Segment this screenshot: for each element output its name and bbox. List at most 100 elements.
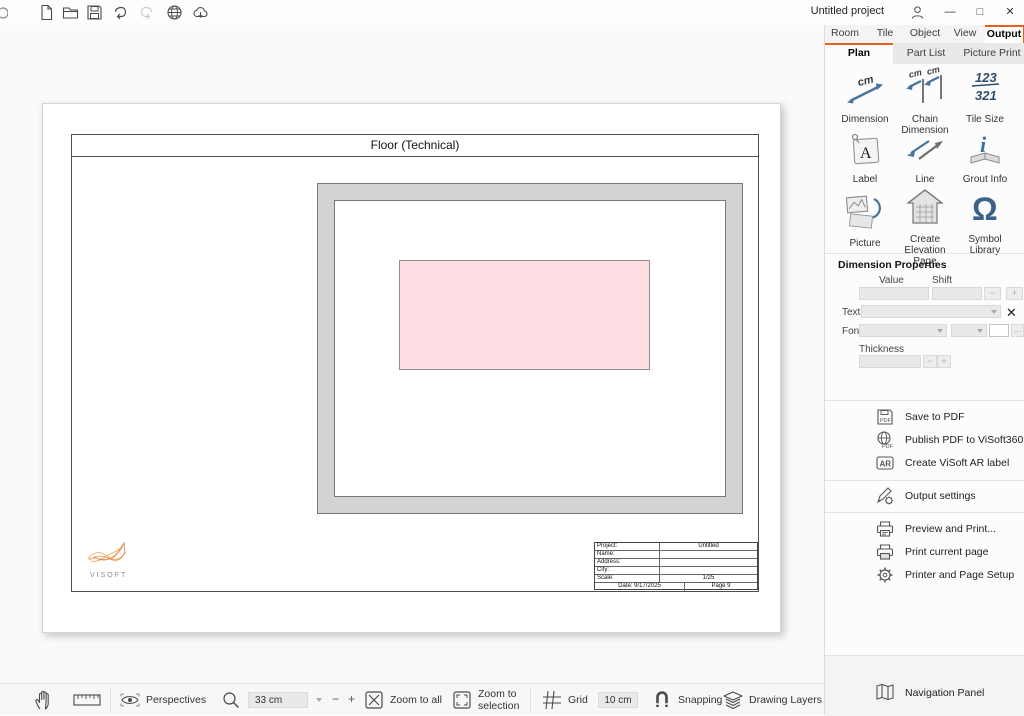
tool-create-elevation-page[interactable]: Create Elevation Page [894, 187, 956, 268]
tile-size-icon: 123 321 [967, 67, 1003, 107]
zoom-in-button[interactable]: + [348, 692, 355, 706]
svg-text:A: A [860, 145, 872, 162]
bottom-toolbar: Perspectives 33 cm − + Zoom to all Zoom … [0, 683, 824, 715]
zoom-to-all-icon[interactable] [364, 690, 384, 710]
new-document-icon[interactable] [38, 4, 55, 21]
perspectives-eye-icon[interactable] [120, 691, 140, 709]
text-clear-icon[interactable]: ✕ [1006, 306, 1017, 319]
minimize-button[interactable]: — [935, 0, 965, 25]
drawing-frame: Floor (Technical) VISOFT [71, 134, 759, 592]
zoom-to-selection-icon[interactable] [452, 690, 472, 710]
thickness-input [859, 355, 921, 368]
tool-dimension[interactable]: cm Dimension [834, 73, 896, 125]
subtab-picture-print[interactable]: Picture Print [959, 43, 1024, 64]
text-dropdown-chevron-icon [991, 310, 997, 314]
tab-view[interactable]: View [945, 25, 985, 43]
snapping-magnet-icon[interactable] [652, 689, 672, 711]
shift-plus-button: + [1006, 287, 1023, 300]
visoft-logo-text: VISOFT [90, 572, 156, 579]
svg-text:cm: cm [856, 74, 875, 90]
plan-page[interactable]: Floor (Technical) VISOFT [42, 103, 781, 633]
tool-grout-info[interactable]: i Grout Info [954, 131, 1016, 185]
drawing-layers-icon[interactable] [722, 690, 744, 710]
table-row: Scale: 1/25 [595, 575, 757, 583]
table-row: Address: [595, 559, 757, 567]
tool-label[interactable]: A Label [834, 131, 896, 185]
cloud-download-icon[interactable] [192, 4, 209, 21]
table-row: Project: Untitled [595, 543, 757, 551]
zoom-out-button[interactable]: − [332, 692, 339, 706]
thickness-minus-button: − [923, 355, 937, 368]
ar-label-icon: AR [875, 453, 895, 473]
tool-tile-size[interactable]: 123 321 Tile Size [954, 67, 1016, 125]
snapping-label[interactable]: Snapping [678, 694, 722, 706]
zoom-dropdown-chevron-icon[interactable] [316, 698, 322, 702]
shift-minus-button: − [984, 287, 1001, 300]
table-row: City: [595, 567, 757, 575]
shift-input [932, 287, 982, 300]
visoft-logo-icon [86, 540, 140, 566]
page-setup-gear-icon [875, 565, 895, 585]
svg-text:PDF: PDF [880, 418, 892, 424]
tab-tile[interactable]: Tile [865, 25, 905, 43]
partial-icon[interactable] [0, 4, 8, 21]
ruler-icon[interactable] [73, 693, 101, 707]
svg-text:cm: cm [926, 67, 941, 77]
tab-output[interactable]: Output [985, 25, 1024, 43]
right-panel: Room Tile Object View Output Plan Part L… [824, 25, 1024, 715]
zoom-magnifier-icon[interactable] [221, 690, 241, 710]
navigation-panel-icon [875, 683, 895, 701]
tab-room[interactable]: Room [825, 25, 865, 43]
panel-bottom-strip: Navigation Panel [825, 655, 1024, 716]
svg-text:Ω: Ω [972, 191, 998, 227]
plan-tools-grid: cm Dimension cm cm Chain Dimension [827, 65, 1023, 255]
output-settings-icon [875, 486, 895, 506]
maximize-button[interactable]: □ [965, 0, 995, 25]
redo-icon[interactable] [138, 4, 155, 21]
subtab-part-list[interactable]: Part List [893, 43, 959, 64]
main-tab-bar: Room Tile Object View Output [825, 25, 1024, 43]
zoom-to-all-label[interactable]: Zoom to all [390, 694, 442, 706]
tool-symbol-library[interactable]: Ω Symbol Library [954, 191, 1016, 256]
user-account-icon[interactable] [910, 5, 925, 20]
visoft-logo: VISOFT [86, 540, 156, 579]
svg-text:123: 123 [975, 70, 997, 85]
zoom-level-field[interactable]: 33 cm [248, 692, 308, 708]
font-family-chevron-icon [937, 329, 943, 333]
page-number-cell: Page 9 [685, 583, 757, 591]
close-button[interactable]: ✕ [995, 0, 1024, 25]
grid-icon[interactable] [542, 690, 562, 710]
svg-text:cm: cm [908, 67, 923, 80]
undo-icon[interactable] [112, 4, 129, 21]
tool-line[interactable]: Line [894, 131, 956, 185]
top-toolbar: Untitled project — □ ✕ [0, 0, 1024, 26]
preview-print-icon [875, 519, 895, 539]
font-family-select [859, 324, 947, 337]
drawing-layers-label[interactable]: Drawing Layers [749, 694, 822, 706]
value-label: Value [879, 275, 904, 286]
perspectives-label[interactable]: Perspectives [146, 694, 206, 706]
tool-chain-dimension[interactable]: cm cm Chain Dimension [894, 67, 956, 136]
text-label: Text [842, 307, 860, 318]
line-icon [903, 131, 947, 167]
tool-picture[interactable]: Picture [834, 191, 896, 249]
web-globe-icon[interactable] [166, 4, 183, 21]
tab-object[interactable]: Object [905, 25, 945, 43]
subtab-plan[interactable]: Plan [825, 43, 893, 64]
drawing-canvas[interactable]: Floor (Technical) VISOFT [0, 25, 824, 683]
grid-size-field[interactable]: 10 cm [598, 692, 638, 708]
grid-label[interactable]: Grid [568, 694, 588, 706]
pan-hand-icon[interactable] [33, 689, 55, 711]
dimension-icon: cm [845, 73, 885, 107]
picture-icon [844, 191, 886, 231]
thickness-plus-button: + [937, 355, 951, 368]
open-folder-icon[interactable] [62, 4, 79, 21]
font-size-input[interactable] [989, 324, 1009, 337]
svg-text:AR: AR [880, 460, 892, 469]
tiled-area-rect[interactable] [399, 260, 650, 370]
save-icon[interactable] [86, 4, 103, 21]
zoom-to-selection-label[interactable]: Zoom to selection [478, 688, 519, 712]
value-input [859, 287, 929, 300]
label-icon: A [846, 131, 884, 167]
text-input [861, 305, 1001, 318]
